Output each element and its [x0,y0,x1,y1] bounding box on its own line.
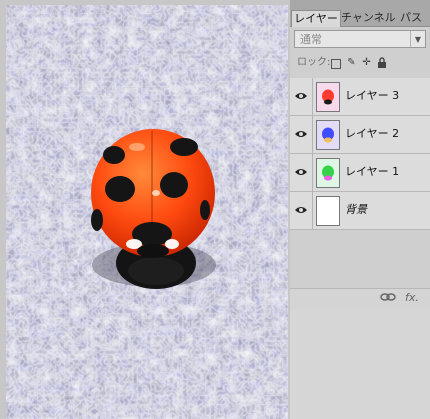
layer-name: レイヤー 3 [345,89,400,102]
layer-name: レイヤー 2 [345,127,400,140]
panel-footer: fx. [290,288,430,309]
layer-row-2[interactable]: レイヤー 2 [290,116,430,154]
fx-icon[interactable]: fx. [405,291,419,304]
layer-row-background[interactable]: 背景 [290,192,430,230]
layer-divider [312,116,313,153]
layers-panel: レイヤー チャンネル パス 通常 ▼ ロック: ✎ ✛ レイヤー 3 レイヤー … [290,0,430,419]
layer-thumbnail [316,82,340,112]
blend-mode-select[interactable]: 通常 ▼ [294,30,426,48]
move-lock-icon[interactable]: ✛ [361,57,372,68]
layer-divider [312,192,313,229]
canvas-area [0,0,290,419]
layer-thumbnail [316,196,340,226]
document-canvas[interactable] [6,5,288,419]
layer-thumbnail [316,120,340,150]
panel-empty-area [290,309,430,419]
eye-icon[interactable] [294,127,308,141]
tab-paths[interactable]: パス [395,10,427,26]
ladybug-photo [6,5,288,419]
link-icon[interactable] [380,291,396,306]
layer-row-1[interactable]: レイヤー 1 [290,154,430,192]
tab-layers[interactable]: レイヤー [291,10,341,27]
layer-row-3[interactable]: レイヤー 3 [290,78,430,116]
layer-name: 背景 [345,203,367,216]
eye-icon[interactable] [294,203,308,217]
lock-label: ロック: [297,57,331,68]
paint-lock-icon[interactable]: ✎ [346,57,357,68]
transparency-lock-icon[interactable] [331,59,341,69]
layer-divider [312,78,313,115]
layer-divider [312,154,313,191]
all-lock-icon[interactable] [376,57,387,68]
chevron-down-icon: ▼ [410,31,425,47]
eye-icon[interactable] [294,165,308,179]
lock-row: ロック: ✎ ✛ [290,54,430,72]
panel-tab-bar: レイヤー チャンネル パス [290,0,430,27]
layer-name: レイヤー 1 [345,165,400,178]
tab-channels[interactable]: チャンネル [341,10,396,26]
blend-mode-value: 通常 [300,33,322,46]
layer-thumbnail [316,158,340,188]
eye-icon[interactable] [294,89,308,103]
